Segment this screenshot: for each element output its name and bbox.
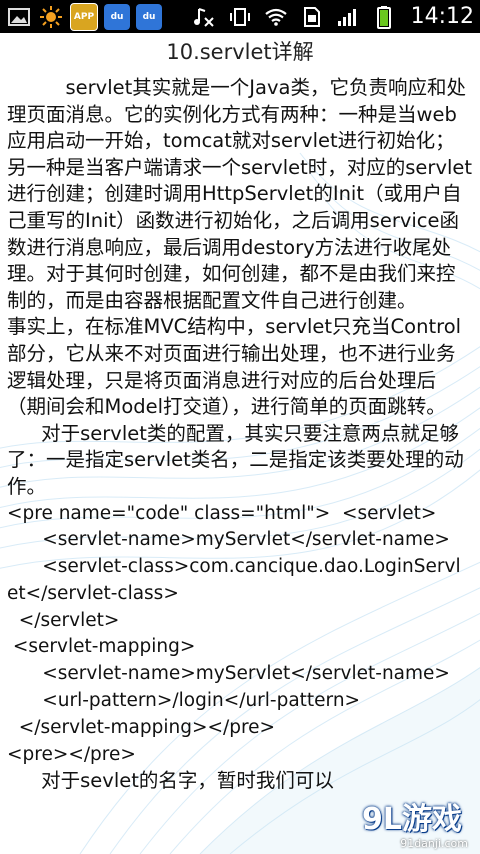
paragraph: 对于servlet类的配置，其实只要注意两点就足够了：一是指定servlet类名…	[7, 421, 464, 498]
article-body: servlet其实就是一个Java类，它负责响应和处理页面消息。它的实例化方式有…	[7, 75, 473, 795]
code-line: <servlet-name>myServlet</servlet-name>	[7, 529, 450, 551]
status-bar: APP du du 14:12	[0, 0, 480, 33]
signal-icon	[335, 4, 361, 30]
clock: 14:12	[410, 4, 474, 29]
baidu-icon[interactable]: du	[104, 3, 130, 30]
sun-icon[interactable]	[38, 4, 64, 30]
code-line: <url-pattern>/login</url-pattern>	[7, 690, 361, 712]
code-line: et</servlet-class>	[7, 582, 179, 604]
sim-icon	[299, 4, 325, 30]
code-line: <servlet-class>com.cancique.dao.LoginSer…	[7, 556, 461, 578]
notification-icons: APP du du	[0, 2, 162, 31]
battery-icon	[371, 4, 397, 30]
code-line: </servlet-mapping></pre>	[7, 716, 276, 738]
code-line: <servlet-name>myServlet</servlet-name>	[7, 663, 450, 685]
wifi-icon	[263, 4, 289, 30]
code-line: <servlet-mapping>	[7, 636, 196, 658]
app-market-icon[interactable]: APP	[70, 2, 98, 31]
paragraph: servlet其实就是一个Java类，它负责响应和处理页面消息。它的实例化方式有…	[7, 76, 473, 312]
reader-page[interactable]: 10.servlet详解 servlet其实就是一个Java类，它负责响应和处理…	[0, 33, 480, 854]
watermark-logo: 9L游戏	[362, 802, 462, 837]
article-title: 10.servlet详解	[166, 40, 314, 64]
code-line: </servlet>	[7, 609, 120, 631]
paragraph: 事实上，在标准MVC结构中，servlet只充当Control部分，它从来不对页…	[7, 315, 462, 419]
gallery-icon[interactable]	[6, 4, 32, 30]
baidu-icon[interactable]: du	[136, 3, 162, 30]
paragraph: 对于sevlet的名字，暂时我们可以	[41, 769, 334, 793]
system-indicators: 14:12	[191, 4, 480, 30]
code-block: <pre name="code" class="html"> <servlet>…	[7, 501, 473, 769]
vibrate-icon	[227, 4, 253, 30]
watermark-domain: 91danji.com	[400, 837, 468, 850]
code-line: <pre name="code" class="html"> <servlet>	[7, 502, 437, 524]
music-off-icon	[191, 4, 217, 30]
watermark: 9L游戏 91danji.com	[362, 794, 472, 850]
code-line: <pre></pre>	[7, 743, 136, 765]
